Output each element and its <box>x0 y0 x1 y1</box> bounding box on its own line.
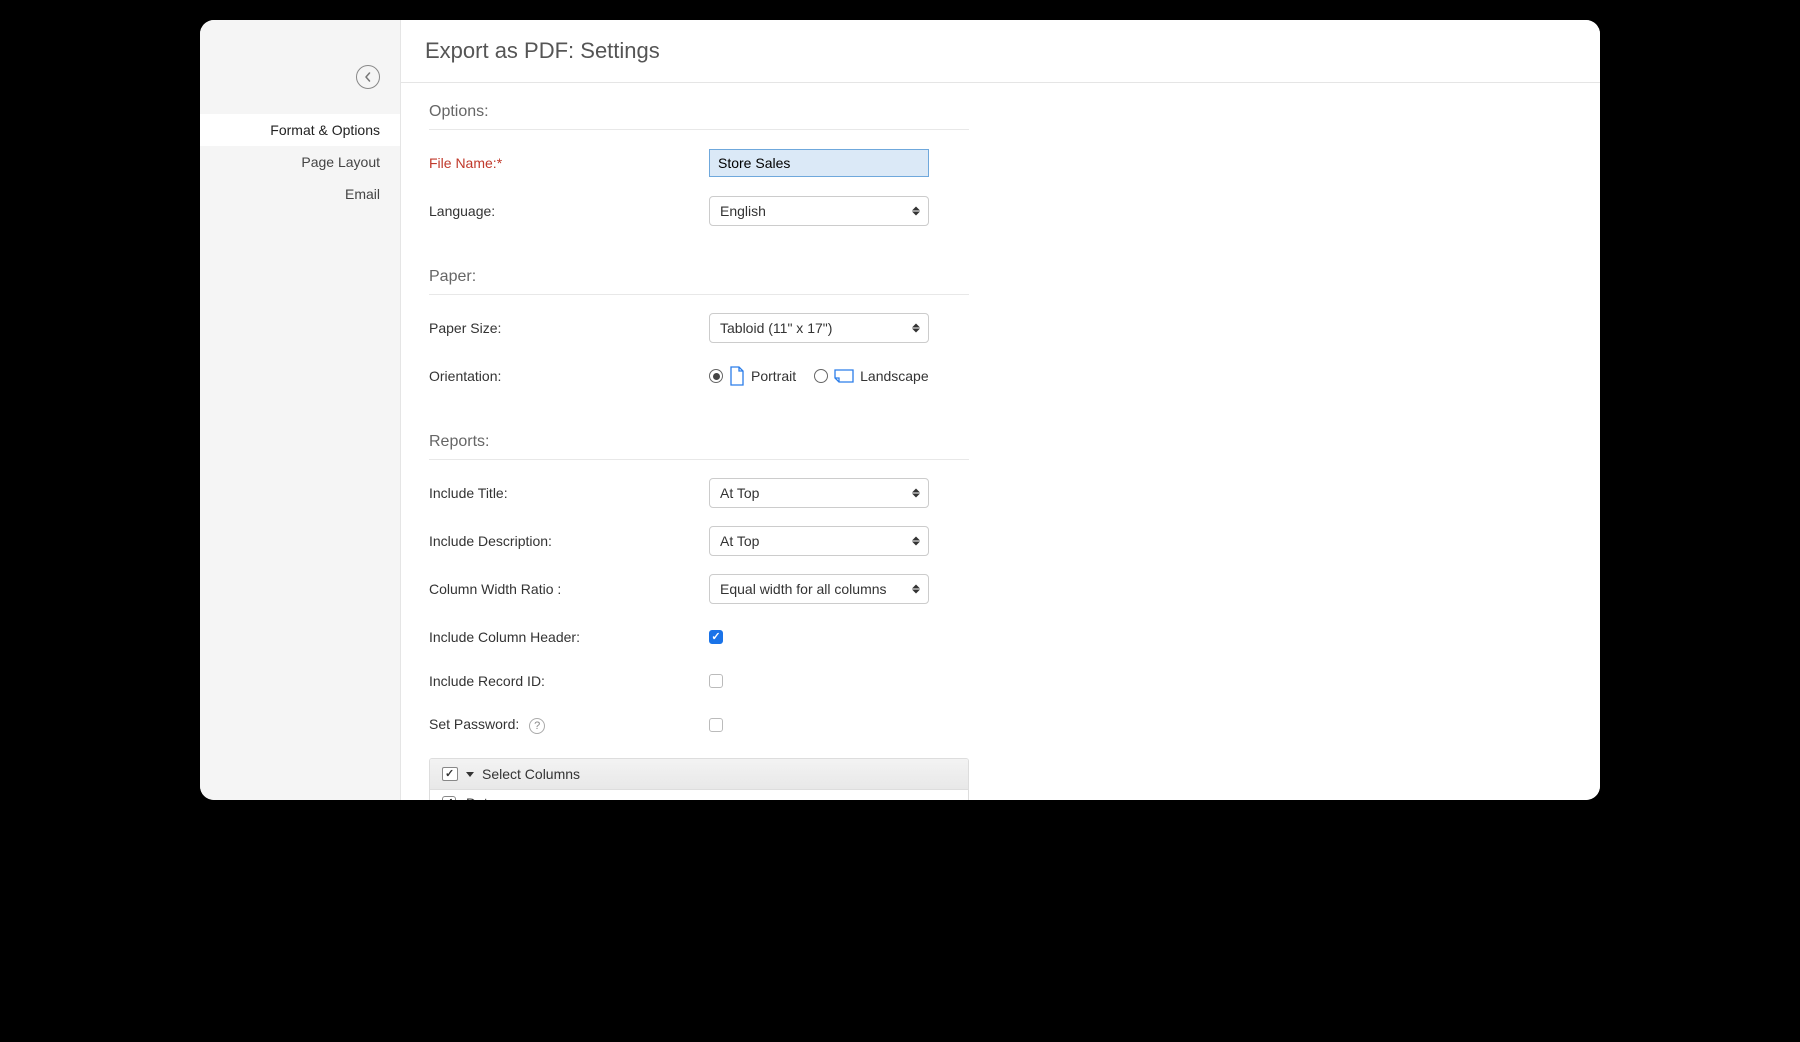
select-caret-icon <box>912 537 920 546</box>
file-name-input[interactable] <box>709 149 929 177</box>
select-all-columns-checkbox[interactable] <box>442 767 458 781</box>
include-description-value: At Top <box>720 533 759 549</box>
include-record-id-checkbox[interactable] <box>709 674 723 688</box>
orientation-landscape-option[interactable]: Landscape <box>814 368 929 384</box>
column-checkbox[interactable] <box>442 796 456 800</box>
language-label: Language: <box>429 203 709 219</box>
sidebar: Format & Options Page Layout Email <box>200 20 400 800</box>
page-title: Export as PDF: Settings <box>425 38 1576 64</box>
section-heading-options: Options: <box>429 103 969 130</box>
main-header: Export as PDF: Settings <box>401 20 1600 83</box>
section-heading-reports: Reports: <box>429 433 969 460</box>
row-column-width: Column Width Ratio : Equal width for all… <box>429 574 1572 604</box>
column-width-value: Equal width for all columns <box>720 581 887 597</box>
include-column-header-label: Include Column Header: <box>429 629 709 645</box>
orientation-radio-group: Portrait Landscape <box>709 366 929 386</box>
section-heading-paper: Paper: <box>429 268 969 295</box>
sidebar-item-email[interactable]: Email <box>200 178 400 210</box>
landscape-label: Landscape <box>860 368 929 384</box>
portrait-page-icon <box>729 366 745 386</box>
sidebar-item-format-options[interactable]: Format & Options <box>200 114 400 146</box>
set-password-label: Set Password: ? <box>429 716 709 734</box>
row-include-record-id: Include Record ID: <box>429 666 1572 696</box>
select-caret-icon <box>912 489 920 498</box>
include-record-id-label: Include Record ID: <box>429 673 709 689</box>
main-panel: Export as PDF: Settings Options: File Na… <box>400 20 1600 800</box>
chevron-left-icon <box>363 72 373 82</box>
row-include-description: Include Description: At Top <box>429 526 1572 556</box>
radio-icon <box>709 369 723 383</box>
paper-size-label: Paper Size: <box>429 320 709 336</box>
select-caret-icon <box>912 207 920 216</box>
include-title-select[interactable]: At Top <box>709 478 929 508</box>
radio-icon <box>814 369 828 383</box>
row-file-name: File Name:* <box>429 148 1572 178</box>
paper-size-value: Tabloid (11" x 17") <box>720 320 832 336</box>
include-column-header-checkbox[interactable] <box>709 630 723 644</box>
language-select-value: English <box>720 203 766 219</box>
row-paper-size: Paper Size: Tabloid (11" x 17") <box>429 313 1572 343</box>
portrait-label: Portrait <box>751 368 796 384</box>
back-button[interactable] <box>356 65 380 89</box>
paper-size-select[interactable]: Tabloid (11" x 17") <box>709 313 929 343</box>
select-caret-icon <box>912 324 920 333</box>
select-columns-header: Select Columns <box>430 759 968 790</box>
include-title-value: At Top <box>720 485 759 501</box>
row-include-title: Include Title: At Top <box>429 478 1572 508</box>
file-name-label: File Name:* <box>429 155 709 171</box>
row-include-column-header: Include Column Header: <box>429 622 1572 652</box>
landscape-page-icon <box>834 368 854 384</box>
language-select[interactable]: English <box>709 196 929 226</box>
include-description-select[interactable]: At Top <box>709 526 929 556</box>
row-language: Language: English <box>429 196 1572 226</box>
column-width-label: Column Width Ratio : <box>429 581 709 597</box>
row-set-password: Set Password: ? <box>429 710 1572 740</box>
export-pdf-dialog: Format & Options Page Layout Email Expor… <box>200 20 1600 800</box>
column-width-select[interactable]: Equal width for all columns <box>709 574 929 604</box>
orientation-label: Orientation: <box>429 368 709 384</box>
column-item-date[interactable]: Date <box>430 790 968 800</box>
include-title-label: Include Title: <box>429 485 709 501</box>
orientation-portrait-option[interactable]: Portrait <box>709 366 796 386</box>
select-columns-box: Select Columns Date Region <box>429 758 969 800</box>
help-icon[interactable]: ? <box>529 718 545 734</box>
row-orientation: Orientation: Portrait <box>429 361 1572 391</box>
main-body: Options: File Name:* Language: English P… <box>401 83 1600 800</box>
select-columns-heading: Select Columns <box>482 766 580 782</box>
chevron-down-icon[interactable] <box>466 772 474 777</box>
include-description-label: Include Description: <box>429 533 709 549</box>
column-label: Date <box>466 795 496 800</box>
set-password-checkbox[interactable] <box>709 718 723 732</box>
sidebar-item-page-layout[interactable]: Page Layout <box>200 146 400 178</box>
select-caret-icon <box>912 585 920 594</box>
